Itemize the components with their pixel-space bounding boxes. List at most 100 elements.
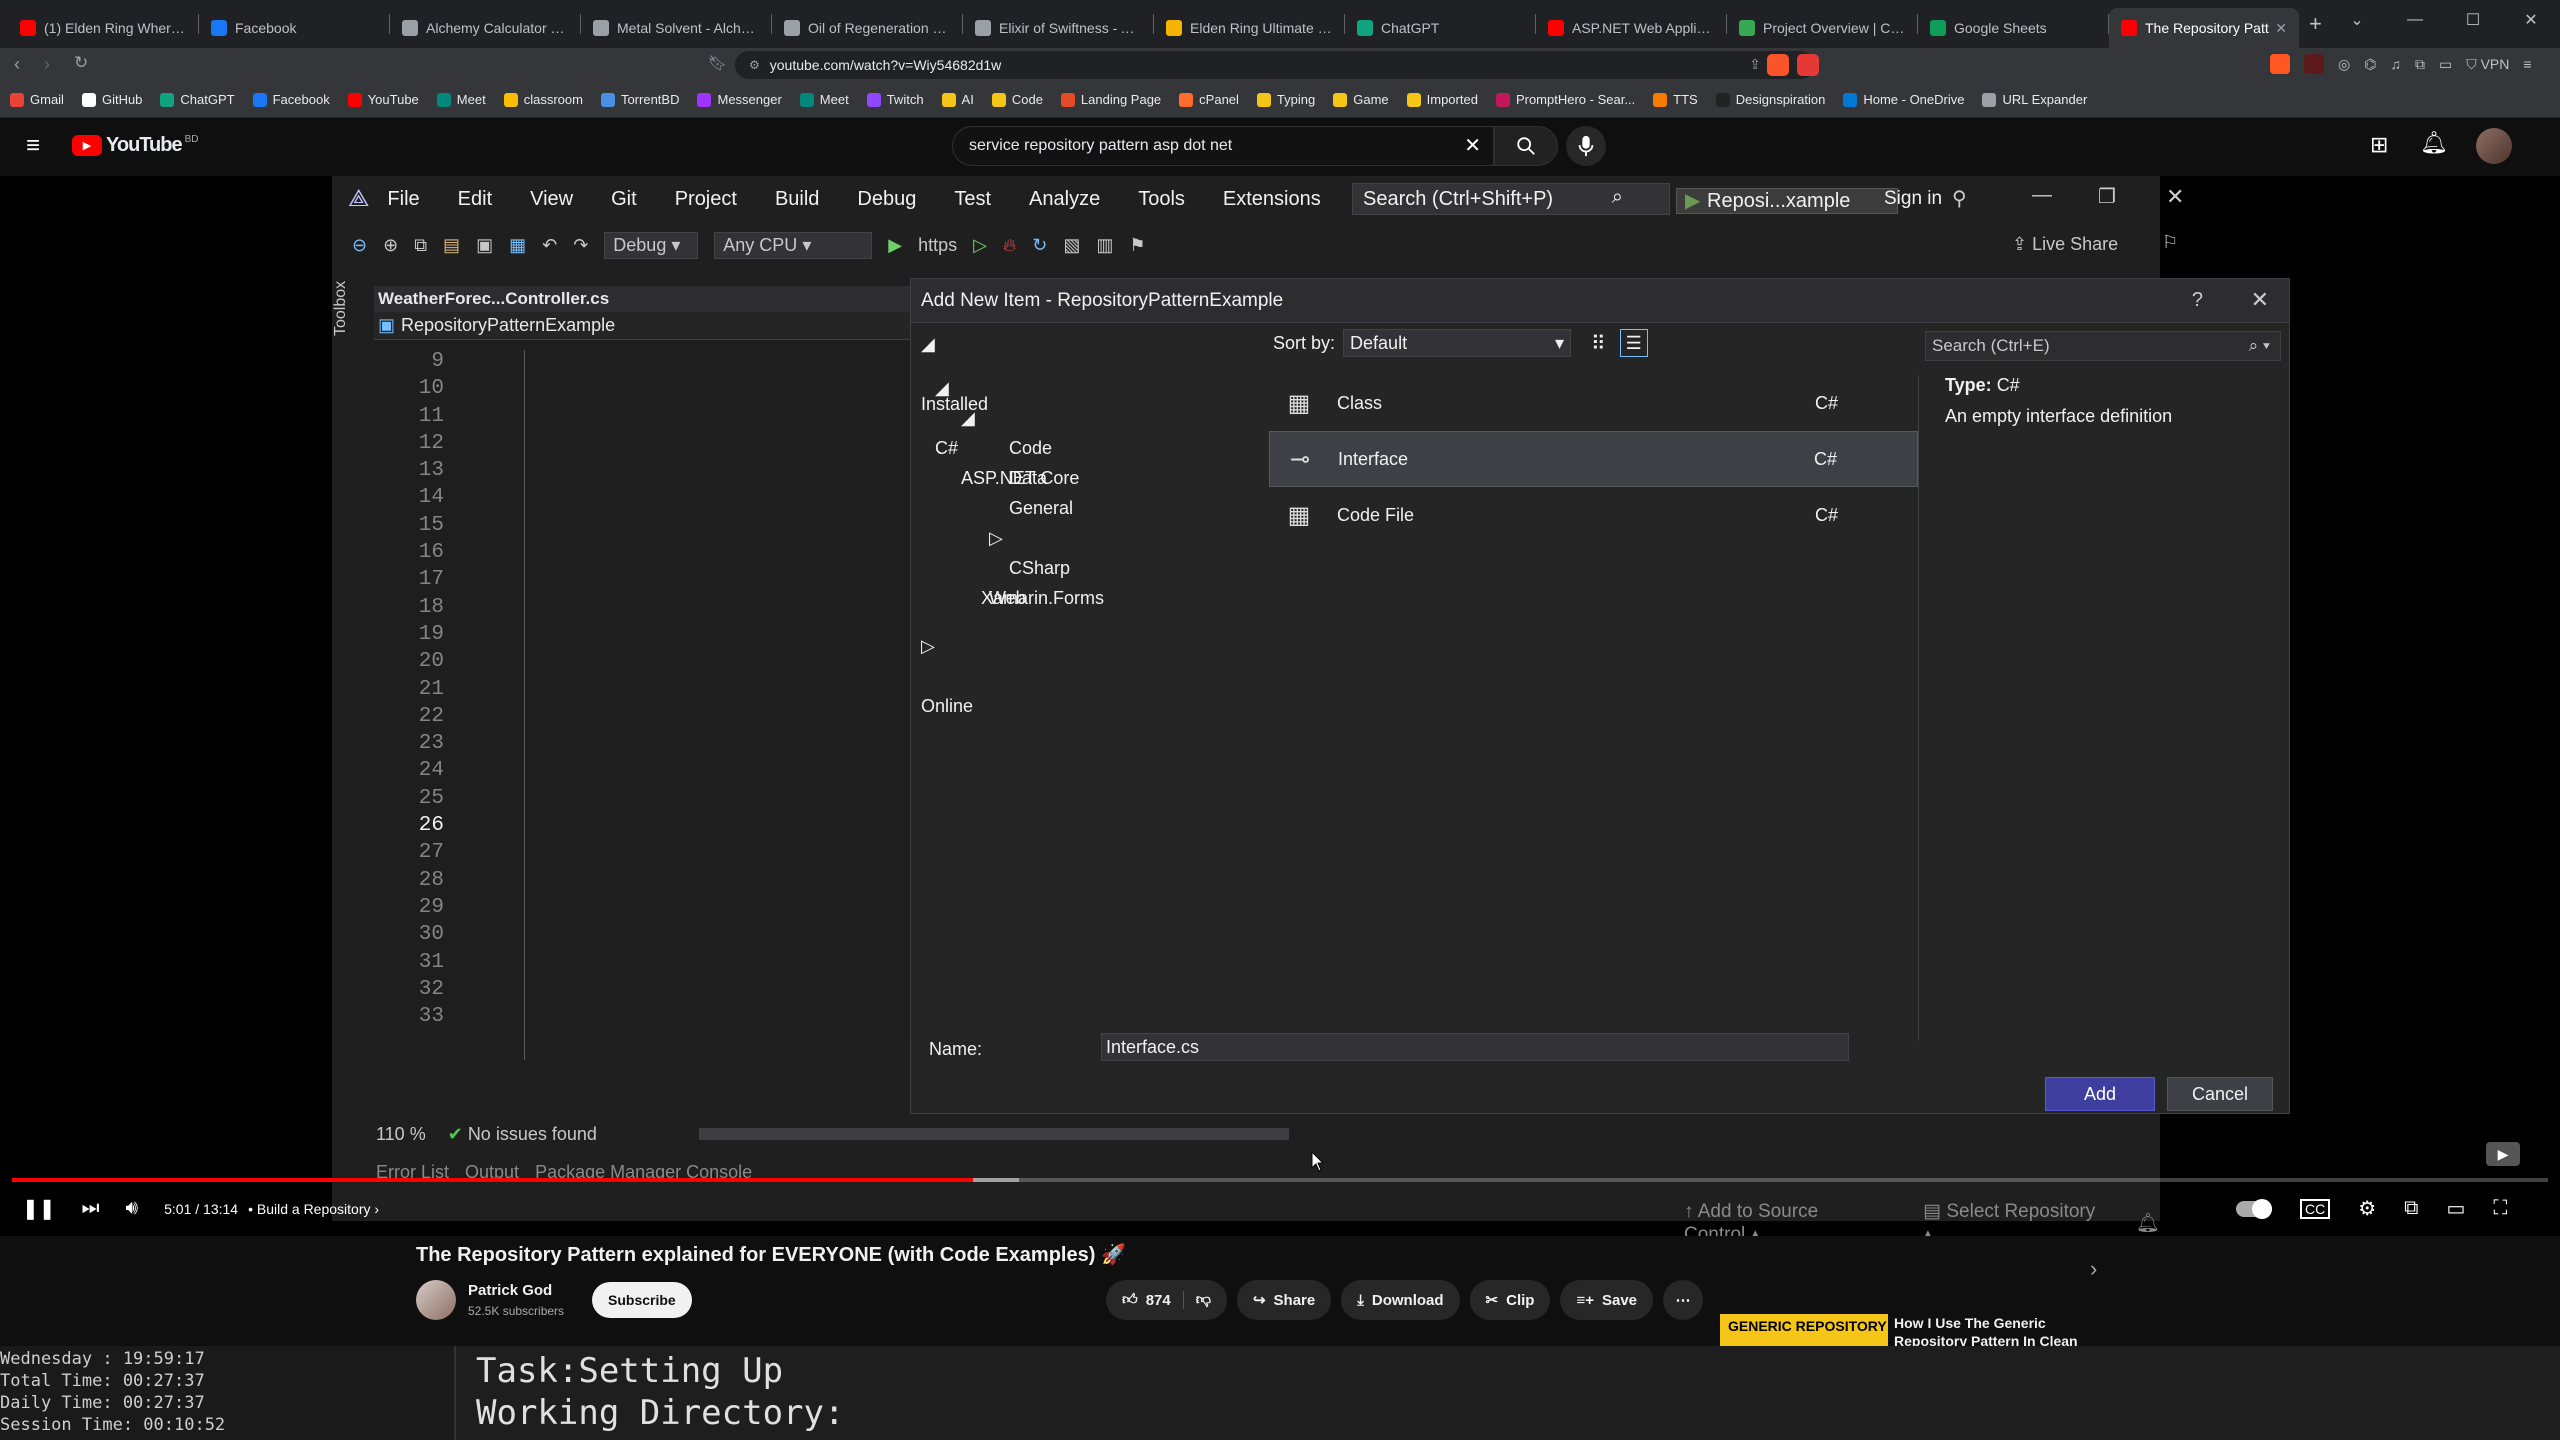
bookmark-item[interactable]: GitHub xyxy=(81,92,142,107)
vs-menu-item[interactable]: Analyze xyxy=(1029,188,1100,211)
sign-in-link[interactable]: Sign in xyxy=(1884,188,1942,210)
browser-tab[interactable]: Facebook xyxy=(199,8,389,48)
bookmark-item[interactable]: Typing xyxy=(1256,92,1315,107)
code-editor[interactable]: WeatherForec...Controller.cs ▣ Repository… xyxy=(374,286,914,1060)
settings-gear-icon[interactable]: ⚙ xyxy=(2358,1196,2376,1221)
bookmark-item[interactable]: Gmail xyxy=(10,92,64,107)
maximize-button[interactable]: ☐ xyxy=(2444,0,2502,40)
vpn-button[interactable]: ⛉ VPN xyxy=(2466,56,2509,73)
browser-link-icon[interactable]: ▧ xyxy=(1063,235,1080,256)
reload-icon[interactable]: ↻ xyxy=(74,53,88,73)
browser-tab[interactable]: ChatGPT xyxy=(1345,8,1535,48)
template-search-input[interactable]: Search (Ctrl+E) ⌕ ▾ xyxy=(1925,331,2281,361)
start-without-debugging-icon[interactable]: ▷ xyxy=(973,235,987,256)
captions-icon[interactable]: CC xyxy=(2300,1198,2331,1219)
tree-online[interactable]: ▷ Online xyxy=(921,631,1261,716)
save-button[interactable]: ≡+ Save xyxy=(1560,1280,1654,1320)
vs-menu-item[interactable]: Extensions xyxy=(1223,188,1321,211)
extensions-puzzle-icon[interactable]: ⧉ xyxy=(2415,56,2425,73)
vs-menu-item[interactable]: File xyxy=(387,188,419,211)
tree-csharp-sub[interactable]: CSharp xyxy=(921,553,1261,583)
clip-button[interactable]: ✂ Clip xyxy=(1469,1280,1551,1320)
extension-icon[interactable] xyxy=(2304,54,2324,74)
share-page-icon[interactable]: ⇪ xyxy=(1749,56,1761,73)
youtube-watermark-icon[interactable]: ▶ xyxy=(2486,1142,2520,1166)
editor-tab[interactable]: WeatherForec...Controller.cs xyxy=(374,286,914,312)
sort-dropdown[interactable]: Default ▾ xyxy=(1343,329,1572,357)
more-actions-button[interactable]: ⋯ xyxy=(1663,1280,1704,1320)
bookmark-item[interactable]: Imported xyxy=(1406,92,1478,107)
toolbox-tab[interactable]: Toolbox xyxy=(332,276,354,336)
bookmark-item[interactable]: Landing Page xyxy=(1060,92,1161,107)
tree-code[interactable]: Code xyxy=(921,433,1261,463)
zoom-level[interactable]: 110 % xyxy=(376,1124,426,1145)
chip-scroll-right-icon[interactable]: › xyxy=(2090,1256,2097,1282)
bookmark-item[interactable]: cPanel xyxy=(1179,92,1239,107)
tree-aspnet-core[interactable]: ◢ ASP.NET Core xyxy=(921,403,1261,488)
template-item[interactable]: ▦ Code File C# xyxy=(1269,487,1918,543)
bookmark-icon[interactable]: ⚑ xyxy=(1129,235,1145,256)
vs-close-button[interactable]: ✕ xyxy=(2166,184,2184,210)
configuration-dropdown[interactable]: Debug ▾ xyxy=(604,231,699,259)
name-input[interactable]: Interface.cs xyxy=(1101,1033,1849,1061)
extension-icon[interactable]: ⌬ xyxy=(2364,56,2376,73)
youtube-logo[interactable]: ▶ YouTube BD xyxy=(72,134,198,157)
download-button[interactable]: ⤓ Download xyxy=(1341,1280,1460,1320)
suggested-video-thumbnail[interactable]: GENERIC REPOSITORY xyxy=(1720,1314,1888,1346)
suggested-video-title[interactable]: How I Use The Generic Repository Pattern… xyxy=(1894,1314,2094,1346)
bookmark-item[interactable]: Code xyxy=(991,92,1043,107)
channel-avatar[interactable] xyxy=(416,1280,456,1320)
minimize-button[interactable]: — xyxy=(2386,0,2444,40)
autoplay-toggle[interactable] xyxy=(2236,1198,2272,1219)
redo-icon[interactable]: ↷ xyxy=(573,235,588,256)
share-button[interactable]: ↪ Share xyxy=(1236,1280,1332,1320)
open-file-icon[interactable]: ▤ xyxy=(443,235,460,256)
list-view-icon[interactable]: ☰ xyxy=(1619,329,1648,357)
start-debugging-icon[interactable]: ▶ xyxy=(888,235,902,256)
tab-search-icon[interactable]: ⌄ xyxy=(2328,0,2386,40)
navigate-forward-icon[interactable]: ⊕ xyxy=(383,235,398,256)
miniplayer-icon[interactable]: ⧉ xyxy=(2404,1197,2418,1220)
browser-tab[interactable]: Elixir of Swiftness - Alchem xyxy=(963,8,1153,48)
vs-minimize-button[interactable]: — xyxy=(2032,184,2052,207)
bookmark-item[interactable]: AI xyxy=(941,92,974,107)
tree-general[interactable]: General xyxy=(921,493,1261,523)
bookmark-item[interactable]: TorrentBD xyxy=(600,92,679,107)
bookmark-item[interactable]: Messenger xyxy=(697,92,782,107)
media-icon[interactable]: ♫ xyxy=(2390,56,2401,72)
vs-menu-item[interactable]: Test xyxy=(954,188,991,211)
hot-reload-icon[interactable]: 🔥︎ xyxy=(1003,235,1016,256)
browser-tab[interactable]: Oil of Regeneration - Alche xyxy=(772,8,962,48)
add-button[interactable]: Add xyxy=(2045,1077,2155,1111)
browser-tab[interactable]: The Repository Patt ✕ xyxy=(2109,8,2299,48)
save-all-icon[interactable]: ▦ xyxy=(509,235,526,256)
browser-tab[interactable]: ASP.NET Web Application xyxy=(1536,8,1726,48)
bookmark-item[interactable]: YouTube xyxy=(347,92,419,107)
vs-menu-item[interactable]: Tools xyxy=(1138,188,1185,211)
bookmark-item[interactable]: URL Expander xyxy=(1982,92,2087,107)
theater-mode-icon[interactable]: ▭ xyxy=(2446,1196,2465,1221)
vs-menu-item[interactable]: Edit xyxy=(458,188,492,211)
bookmark-item[interactable]: classroom xyxy=(503,92,583,107)
cancel-button[interactable]: Cancel xyxy=(2167,1077,2273,1111)
new-project-icon[interactable]: ⧉ xyxy=(414,235,427,256)
sidebar-icon[interactable]: ▭ xyxy=(2439,56,2452,73)
bookmark-item[interactable]: Twitch xyxy=(866,92,924,107)
back-icon[interactable]: ‹ xyxy=(14,54,20,75)
save-icon[interactable]: ▣ xyxy=(476,235,493,256)
browser-tab[interactable]: Elden Ring Ultimate Cheat xyxy=(1154,8,1344,48)
chapter-title[interactable]: • Build a Repository › xyxy=(248,1201,379,1217)
browser-tab[interactable]: Project Overview | Cloud: N xyxy=(1727,8,1917,48)
bookmark-item[interactable]: PromptHero - Sear... xyxy=(1495,92,1635,107)
guide-menu-icon[interactable]: ≡ xyxy=(26,132,40,160)
navigate-back-icon[interactable]: ⊖ xyxy=(352,235,367,256)
bookmark-item[interactable]: Meet xyxy=(799,92,849,107)
vs-search-box[interactable]: Search (Ctrl+Shift+P) ⌕ xyxy=(1352,183,1670,215)
youtube-search-input[interactable]: service repository pattern asp dot net ✕ xyxy=(952,126,1494,166)
vs-menu-item[interactable]: Project xyxy=(675,188,737,211)
horizontal-scrollbar[interactable] xyxy=(698,1128,1289,1140)
navigation-bar-dropdown[interactable]: ▣ RepositoryPatternExample xyxy=(374,312,914,340)
browser-tab[interactable]: Google Sheets xyxy=(1918,8,2108,48)
fullscreen-icon[interactable]: ⛶ xyxy=(2493,1197,2507,1220)
browser-tab[interactable]: (1) Elden Ring Where To Go xyxy=(8,8,198,48)
